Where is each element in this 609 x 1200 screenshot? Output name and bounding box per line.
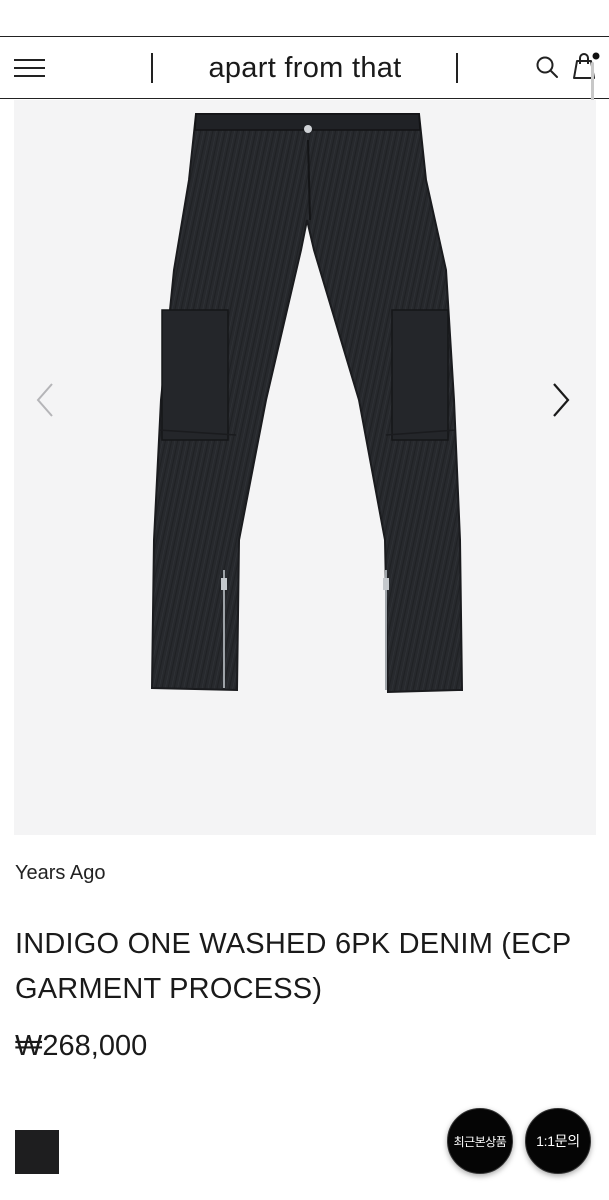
product-image bbox=[150, 113, 464, 694]
search-icon[interactable] bbox=[535, 55, 559, 79]
recently-viewed-button[interactable]: 최근본상품 bbox=[447, 1108, 513, 1174]
product-brand[interactable]: Years Ago bbox=[15, 862, 105, 885]
header-divider-left bbox=[151, 53, 153, 83]
inquiry-chat-button[interactable]: 1:1문의 bbox=[525, 1108, 591, 1174]
site-header: apart from that bbox=[0, 36, 609, 99]
gallery-next-chevron-right-icon[interactable] bbox=[548, 380, 572, 420]
hamburger-menu-icon[interactable] bbox=[14, 57, 46, 79]
header-divider-right bbox=[456, 53, 458, 83]
color-swatch[interactable] bbox=[15, 1130, 59, 1174]
product-image-gallery[interactable] bbox=[14, 100, 596, 835]
site-logo[interactable]: apart from that bbox=[160, 37, 450, 99]
cart-dot-badge bbox=[592, 52, 600, 60]
gallery-prev-chevron-left-icon[interactable] bbox=[34, 380, 58, 420]
product-title: INDIGO ONE WASHED 6PK DENIM (ECP GARMENT… bbox=[15, 928, 571, 1005]
product-price: ₩268,000 bbox=[15, 1030, 148, 1062]
shopping-bag-icon[interactable] bbox=[570, 51, 600, 81]
